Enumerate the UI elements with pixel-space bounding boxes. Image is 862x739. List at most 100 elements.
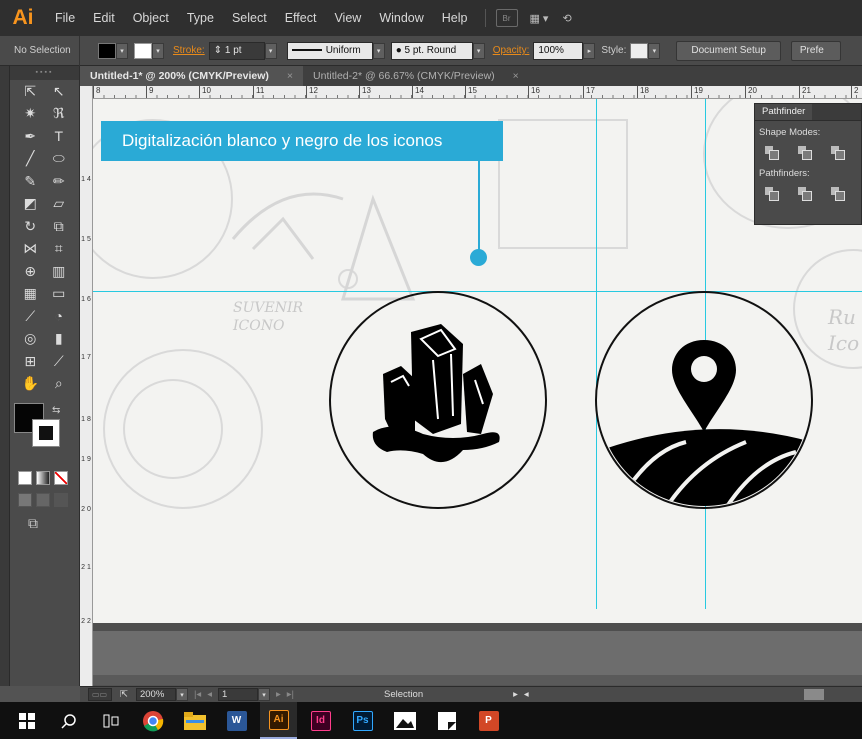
photos-icon[interactable]: [386, 702, 423, 739]
minus-front-icon[interactable]: [798, 146, 812, 160]
opacity-label[interactable]: Opacity:: [493, 45, 530, 56]
selection-tool-icon[interactable]: ⇱: [19, 81, 41, 101]
scale-tool-icon[interactable]: ⧉: [48, 216, 70, 236]
slice-tool-icon[interactable]: ⟋: [48, 351, 70, 371]
menu-type[interactable]: Type: [178, 0, 223, 36]
chrome-icon[interactable]: [134, 702, 171, 739]
eraser-tool-icon[interactable]: ▱: [48, 194, 70, 214]
line-tool-icon[interactable]: ╱: [19, 149, 41, 169]
panel-collapse-strip[interactable]: [0, 66, 10, 686]
crystal-icon[interactable]: [363, 324, 523, 474]
ellipse-tool-icon[interactable]: ⬭: [48, 149, 70, 169]
fill-dropdown[interactable]: ▾: [116, 42, 128, 59]
profile-dropdown[interactable]: ▾: [372, 42, 385, 59]
close-icon[interactable]: ×: [513, 66, 519, 86]
menu-select[interactable]: Select: [223, 0, 276, 36]
mesh-tool-icon[interactable]: ▦: [19, 284, 41, 304]
pencil-tool-icon[interactable]: ✏: [48, 171, 70, 191]
bridge-button[interactable]: Br: [495, 9, 518, 27]
zoom-field[interactable]: 200%: [135, 688, 176, 701]
lasso-tool-icon[interactable]: ℜ: [48, 104, 70, 124]
menu-object[interactable]: Object: [124, 0, 178, 36]
share-icon[interactable]: ⇱: [120, 689, 128, 700]
column-graph-tool-icon[interactable]: ▮: [48, 329, 70, 349]
stroke-label[interactable]: Stroke:: [173, 45, 205, 56]
rotate-tool-icon[interactable]: ↻: [19, 216, 41, 236]
hand-tool-icon[interactable]: ✋: [19, 374, 41, 394]
variable-width-profile[interactable]: Uniform: [286, 41, 373, 60]
stroke-swatch[interactable]: [134, 42, 152, 59]
direct-selection-tool-icon[interactable]: ↖: [48, 81, 70, 101]
draw-behind-icon[interactable]: [36, 493, 50, 507]
document-setup-button[interactable]: Document Setup: [676, 40, 781, 61]
merge-icon[interactable]: [831, 187, 845, 201]
last-artboard-icon[interactable]: ▸|: [287, 689, 294, 700]
free-transform-tool-icon[interactable]: ⌗: [48, 239, 70, 259]
blob-brush-tool-icon[interactable]: ◩: [19, 194, 41, 214]
blend-tool-icon[interactable]: ◔: [48, 306, 70, 326]
pathfinder-tab[interactable]: Pathfinder: [755, 104, 861, 121]
next-artboard-icon[interactable]: ▸: [276, 689, 281, 700]
word-icon[interactable]: W: [218, 702, 255, 739]
zoom-dropdown[interactable]: ▾: [175, 688, 188, 701]
tab-untitled-1[interactable]: Untitled-1* @ 200% (CMYK/Preview) ×: [80, 66, 304, 86]
task-view-icon[interactable]: [92, 702, 129, 739]
opacity-field[interactable]: 100%: [533, 41, 584, 60]
magic-wand-tool-icon[interactable]: ✷: [19, 104, 41, 124]
zoom-tool-icon[interactable]: ⌕: [48, 374, 70, 394]
draw-normal-icon[interactable]: [18, 493, 32, 507]
photoshop-icon[interactable]: Ps: [344, 702, 381, 739]
status-menu-icon[interactable]: ▸: [513, 689, 518, 700]
menu-file[interactable]: File: [46, 0, 84, 36]
menu-window[interactable]: Window: [370, 0, 432, 36]
tab-untitled-2[interactable]: Untitled-2* @ 66.67% (CMYK/Preview) ×: [303, 66, 529, 86]
draw-inside-icon[interactable]: [54, 493, 68, 507]
screen-mode-icon[interactable]: ⧉: [10, 507, 79, 532]
tools-panel-grip[interactable]: ▪▪▪▪: [10, 66, 79, 80]
artboard-canvas[interactable]: SUVENIR ICONO Ru Ico Digitalización blan…: [93, 99, 862, 685]
artboard-dropdown[interactable]: ▾: [258, 688, 270, 701]
powerpoint-icon[interactable]: P: [470, 702, 507, 739]
windows-start-icon[interactable]: [8, 702, 45, 739]
artboard-number-field[interactable]: 1: [218, 688, 258, 701]
location-pin-icon[interactable]: [596, 292, 812, 508]
unite-icon[interactable]: [765, 146, 779, 160]
stroke-weight-dropdown[interactable]: ▾: [264, 42, 277, 59]
symbol-sprayer-tool-icon[interactable]: ◎: [19, 329, 41, 349]
width-tool-icon[interactable]: ⋈: [19, 239, 41, 259]
chart-tool-icon[interactable]: ▥: [48, 261, 70, 281]
type-tool-icon[interactable]: T: [48, 126, 70, 146]
brush-definition[interactable]: ● 5 pt. Round: [390, 41, 473, 60]
artboard-nav-icon[interactable]: ▭▭: [88, 688, 112, 701]
close-icon[interactable]: ×: [287, 66, 293, 86]
horizontal-scrollbar-thumb[interactable]: [804, 689, 824, 700]
stroke-dropdown[interactable]: ▾: [152, 42, 164, 59]
fill-swatch[interactable]: [98, 42, 116, 59]
pen-tool-icon[interactable]: ✒: [19, 126, 41, 146]
menu-help[interactable]: Help: [433, 0, 477, 36]
artboard-tool-icon[interactable]: ⊞: [19, 351, 41, 371]
shape-builder-tool-icon[interactable]: ⊕: [19, 261, 41, 281]
file-explorer-icon[interactable]: [176, 702, 213, 739]
menu-effect[interactable]: Effect: [276, 0, 326, 36]
menu-view[interactable]: View: [325, 0, 370, 36]
gradient-mode-button[interactable]: [36, 471, 50, 485]
none-mode-button[interactable]: [54, 471, 68, 485]
stroke-weight-field[interactable]: ⇕ 1 pt: [208, 41, 265, 60]
preferences-button[interactable]: Prefe: [790, 40, 841, 61]
indesign-icon[interactable]: Id: [302, 702, 339, 739]
color-mode-button[interactable]: [18, 471, 32, 485]
swap-colors-icon[interactable]: ⇆: [52, 405, 60, 416]
divide-icon[interactable]: [765, 187, 779, 201]
trim-icon[interactable]: [798, 187, 812, 201]
sticky-notes-icon[interactable]: [428, 702, 465, 739]
stroke-color-box[interactable]: [32, 419, 60, 447]
opacity-dropdown[interactable]: ▸: [583, 42, 596, 59]
search-icon[interactable]: [50, 702, 87, 739]
menu-edit[interactable]: Edit: [84, 0, 124, 36]
gradient-tool-icon[interactable]: ▭: [48, 284, 70, 304]
paintbrush-tool-icon[interactable]: ✎: [19, 171, 41, 191]
style-dropdown[interactable]: ▾: [648, 42, 661, 59]
arrange-documents-button[interactable]: ▦ ▾: [530, 12, 549, 25]
gpu-performance-icon[interactable]: ⟲: [562, 12, 571, 25]
